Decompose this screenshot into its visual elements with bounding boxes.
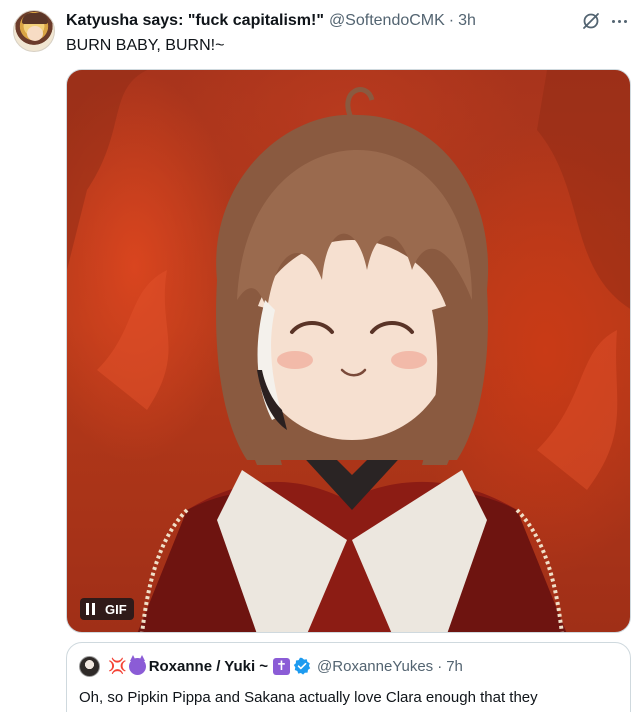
- cross-emoji: ✝: [273, 657, 291, 675]
- more-icon[interactable]: [608, 10, 630, 32]
- handle[interactable]: @SoftendoCMK: [329, 12, 445, 30]
- quote-timestamp[interactable]: 7h: [446, 658, 463, 675]
- display-name[interactable]: Katyusha says: "fuck capitalism!": [66, 12, 324, 30]
- pause-icon[interactable]: [84, 603, 96, 615]
- smiling-devil-emoji: [128, 654, 146, 675]
- timestamp[interactable]: 3h: [458, 12, 476, 30]
- quoted-tweet[interactable]: 💢 Roxanne / Yuki ~ ✝ @RoxanneYukes · 7h …: [66, 642, 631, 712]
- grok-icon[interactable]: [581, 11, 601, 31]
- avatar-face: [27, 26, 43, 41]
- quote-separator-dot: ·: [437, 657, 443, 675]
- gif-label: GIF: [105, 601, 127, 617]
- quote-handle[interactable]: @RoxanneYukes: [317, 658, 433, 675]
- anger-emoji: 💢: [108, 657, 127, 675]
- avatar-hat: [22, 13, 48, 24]
- gif-media[interactable]: [66, 69, 631, 633]
- quote-header: 💢 Roxanne / Yuki ~ ✝ @RoxanneYukes · 7h: [79, 654, 618, 677]
- quote-avatar[interactable]: [79, 655, 100, 677]
- quote-text: Oh, so Pipkin Pippa and Sakana actually …: [79, 689, 538, 706]
- avatar[interactable]: [13, 10, 55, 52]
- anime-girl-illustration: [67, 70, 630, 632]
- tweet-header: Katyusha says: "fuck capitalism!" @Softe…: [66, 11, 476, 31]
- tweet-text: BURN BABY, BURN!~: [66, 37, 225, 54]
- tweet: Katyusha says: "fuck capitalism!" @Softe…: [0, 0, 641, 712]
- separator-dot: ·: [448, 12, 455, 29]
- verified-badge-icon: [293, 657, 311, 675]
- gif-badge[interactable]: GIF: [80, 598, 134, 620]
- quote-display-name[interactable]: Roxanne / Yuki ~: [149, 658, 268, 675]
